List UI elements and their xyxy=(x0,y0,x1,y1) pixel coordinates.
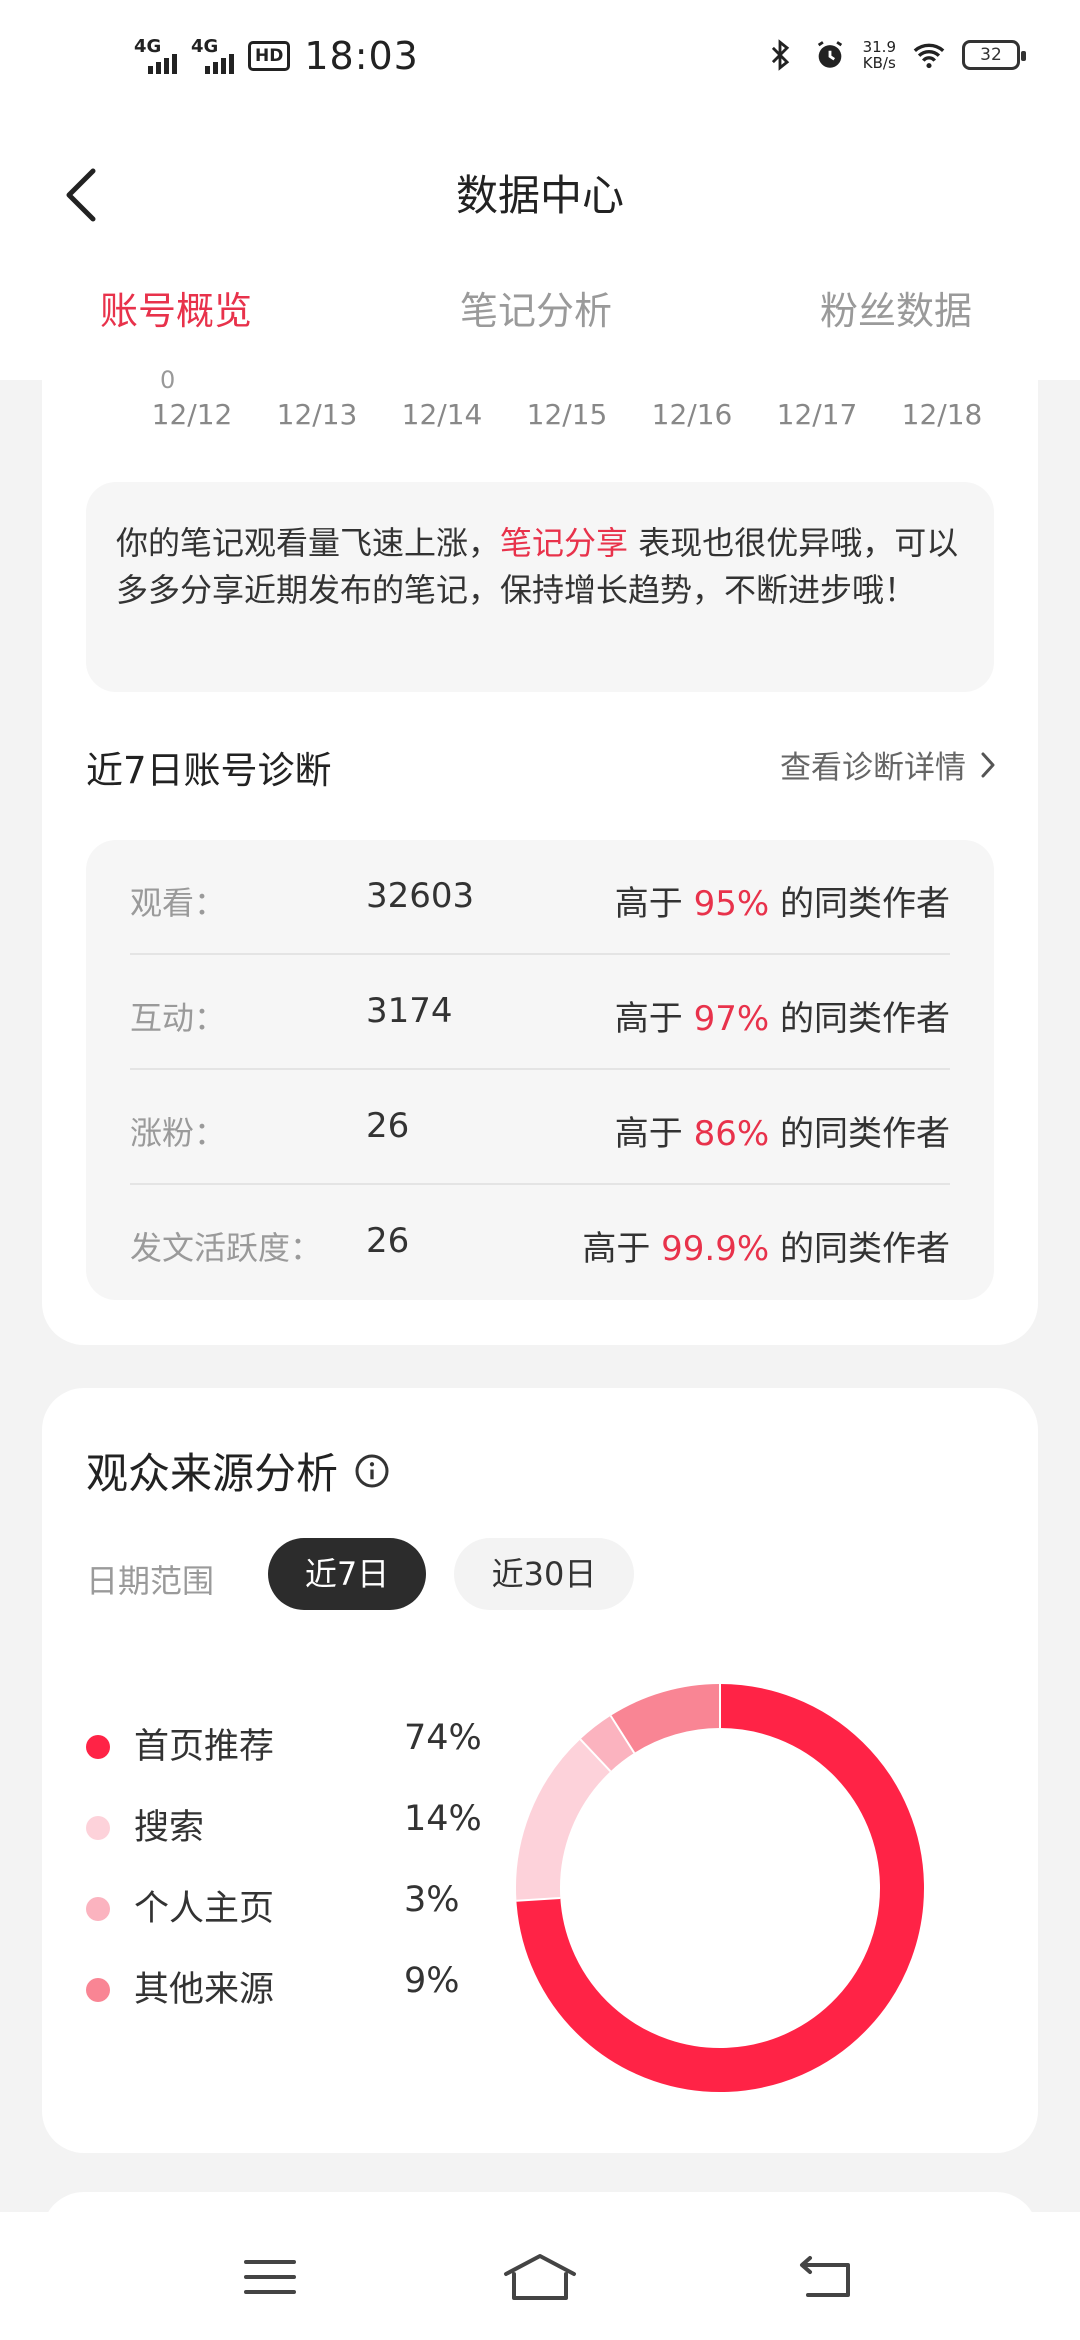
tab-fan-data[interactable]: 粉丝数据 xyxy=(820,280,972,335)
net-speed-value: 31.9 xyxy=(862,38,896,56)
signal-indicator-1: 4G xyxy=(134,38,177,74)
stat-label: 发文活跃度： xyxy=(130,1229,323,1267)
status-time: 18:03 xyxy=(304,34,419,78)
legend-label: 首页推荐 xyxy=(134,1727,275,1767)
chart-legend: 首页推荐 74% 搜索 14% 个人主页 3% 其他来源 9% xyxy=(86,1718,486,2042)
x-tick-label: 12/12 xyxy=(151,398,233,431)
status-right: 31.9 KB/s 32 xyxy=(763,38,1026,72)
legend-dot xyxy=(86,1897,110,1921)
signal-bars-icon xyxy=(205,52,234,74)
legend-item: 其他来源 9% xyxy=(86,1961,486,2042)
recent-apps-button[interactable] xyxy=(230,2242,310,2312)
range-7-days-button[interactable]: 近7日 xyxy=(268,1538,426,1610)
stat-percentile: 95% xyxy=(693,884,770,924)
stat-row-new-fans: 涨粉： 26 高于 86% 的同类作者 xyxy=(130,1070,950,1185)
x-tick-label: 12/18 xyxy=(901,398,983,431)
chart-x-axis: 12/12 12/13 12/14 12/15 12/16 12/17 12/1… xyxy=(142,398,1042,438)
x-tick-label: 12/17 xyxy=(776,398,858,431)
insight-tip: 你的笔记观看量飞速上涨，笔记分享 表现也很优异哦，可以多多分享近期发布的笔记，保… xyxy=(86,482,994,692)
diagnosis-detail-link[interactable]: 查看诊断详情 xyxy=(780,742,996,787)
home-button[interactable] xyxy=(500,2242,580,2312)
legend-dot xyxy=(86,1816,110,1840)
audience-title: 观众来源分析 xyxy=(86,1440,390,1501)
legend-item: 首页推荐 74% xyxy=(86,1718,486,1799)
wifi-icon xyxy=(913,43,945,69)
legend-dot xyxy=(86,1978,110,2002)
status-bar: 4G 4G HD 18:03 31.9 KB/s 32 xyxy=(0,0,1080,120)
donut-slice-4 xyxy=(610,1684,721,1754)
audience-title-text: 观众来源分析 xyxy=(86,1449,339,1498)
donut-slice-2 xyxy=(516,1739,611,1901)
stat-row-interactions: 互动： 3174 高于 97% 的同类作者 xyxy=(130,955,950,1070)
status-left: 4G 4G HD 18:03 xyxy=(134,34,419,78)
page-title: 数据中心 xyxy=(455,171,624,220)
diagnosis-title: 近7日账号诊断 xyxy=(86,749,332,792)
alarm-icon xyxy=(817,41,842,68)
legend-label: 搜索 xyxy=(134,1808,205,1848)
x-tick-label: 12/16 xyxy=(651,398,733,431)
donut-slice-3 xyxy=(580,1715,635,1772)
stat-compare: 高于 99.9% 的同类作者 xyxy=(582,1229,950,1269)
stat-value: 26 xyxy=(366,1221,410,1261)
back-icon xyxy=(800,2256,850,2297)
stat-row-views: 观看： 32603 高于 95% 的同类作者 xyxy=(130,840,950,955)
stat-compare: 高于 95% 的同类作者 xyxy=(614,884,950,924)
donut-chart-svg xyxy=(516,1684,924,2092)
tab-note-analysis[interactable]: 笔记分析 xyxy=(460,280,612,335)
diagnosis-stats: 观看： 32603 高于 95% 的同类作者 互动： 3174 高于 97% 的… xyxy=(86,840,994,1300)
legend-value: 14% xyxy=(404,1799,482,1839)
stat-percentile: 99.9% xyxy=(661,1229,770,1269)
stat-percentile: 97% xyxy=(693,999,770,1039)
legend-item: 搜索 14% xyxy=(86,1799,486,1880)
stat-percentile: 86% xyxy=(693,1114,770,1154)
system-nav-bar xyxy=(0,2212,1080,2340)
net-speed-unit: KB/s xyxy=(862,54,896,72)
chart-y-zero-label: 0 xyxy=(160,366,176,394)
home-icon xyxy=(504,2254,576,2300)
donut-chart xyxy=(500,1668,940,2108)
menu-icon xyxy=(244,2260,296,2294)
info-icon[interactable] xyxy=(354,1453,390,1489)
stat-label: 观看： xyxy=(130,884,227,922)
x-tick-label: 12/13 xyxy=(276,398,358,431)
legend-value: 3% xyxy=(404,1880,460,1920)
stat-value: 26 xyxy=(366,1106,410,1146)
system-back-button[interactable] xyxy=(784,2242,864,2312)
battery-icon: 32 xyxy=(962,40,1026,70)
stat-compare: 高于 97% 的同类作者 xyxy=(614,999,950,1039)
overview-card: 0 12/12 12/13 12/14 12/15 12/16 12/17 12… xyxy=(42,330,1038,1345)
stat-value: 32603 xyxy=(366,876,475,916)
tab-account-overview[interactable]: 账号概览 xyxy=(100,280,252,335)
tip-highlight: 笔记分享 xyxy=(500,524,629,562)
legend-value: 9% xyxy=(404,1961,460,2001)
diagnosis-link-label: 查看诊断详情 xyxy=(780,750,966,786)
range-30-days-button[interactable]: 近30日 xyxy=(454,1538,634,1610)
signal-indicator-2: 4G xyxy=(191,38,234,74)
signal-bars-icon xyxy=(148,52,177,74)
stat-label: 互动： xyxy=(130,999,227,1037)
x-tick-label: 12/15 xyxy=(526,398,608,431)
bluetooth-icon xyxy=(771,39,789,71)
stat-value: 3174 xyxy=(366,991,453,1031)
audience-source-card: 观众来源分析 日期范围 近7日 近30日 首页推荐 74% 搜索 14% 个人主… xyxy=(42,1388,1038,2153)
net-speed: 31.9 KB/s xyxy=(863,39,896,71)
legend-dot xyxy=(86,1735,110,1759)
stat-row-posting-activity: 发文活跃度： 26 高于 99.9% 的同类作者 xyxy=(130,1185,950,1300)
legend-item: 个人主页 3% xyxy=(86,1880,486,1961)
tip-text-1: 你的笔记观看量飞速上涨， xyxy=(116,524,501,562)
legend-label: 个人主页 xyxy=(134,1889,275,1929)
legend-label: 其他来源 xyxy=(134,1970,275,2010)
legend-value: 74% xyxy=(404,1718,482,1758)
hd-badge: HD xyxy=(248,41,291,71)
date-range-label: 日期范围 xyxy=(86,1562,215,1600)
x-tick-label: 12/14 xyxy=(401,398,483,431)
stat-compare: 高于 86% 的同类作者 xyxy=(614,1114,950,1154)
chevron-right-icon xyxy=(981,752,995,777)
stat-label: 涨粉： xyxy=(130,1114,227,1152)
